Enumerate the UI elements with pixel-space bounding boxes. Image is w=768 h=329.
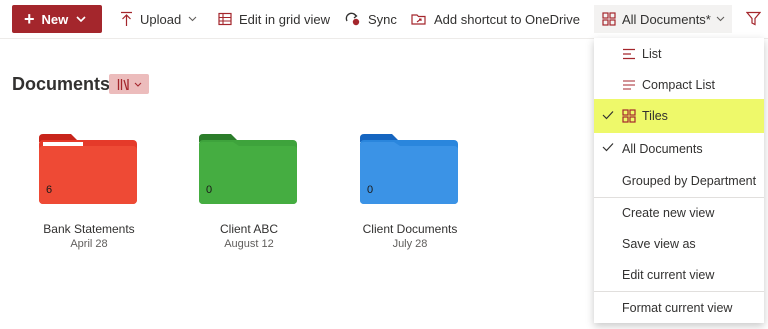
edit-grid-view-button[interactable]: Edit in grid view [218, 9, 330, 29]
menu-item-format-current-view[interactable]: Format current view [594, 293, 764, 323]
chevron-down-icon [134, 82, 141, 87]
list-icon [623, 48, 635, 60]
checkmark-icon [602, 143, 614, 152]
tiles-icon [602, 12, 616, 26]
menu-item-label: Edit current view [622, 268, 715, 282]
folder-date: April 28 [70, 238, 108, 250]
item-count: 0 [367, 184, 374, 196]
item-count: 6 [46, 184, 53, 196]
library-options-button[interactable] [109, 74, 149, 94]
view-switcher-label: All Documents* [622, 11, 711, 27]
folder-date: July 28 [392, 238, 428, 250]
folder-icon: 0 [199, 132, 299, 204]
item-count: 0 [206, 184, 213, 196]
menu-item-edit-current-view[interactable]: Edit current view [594, 260, 764, 290]
menu-item-label: Format current view [622, 301, 733, 315]
add-shortcut-button[interactable]: Add shortcut to OneDrive [411, 9, 580, 29]
menu-item-label: Tiles [642, 109, 668, 123]
tiles-icon [622, 109, 636, 123]
filter-icon [745, 11, 762, 26]
shortcut-icon [411, 14, 426, 25]
compact-list-icon [623, 80, 635, 90]
folder-date: August 12 [224, 238, 274, 250]
folder-name[interactable]: Bank Statements [14, 222, 164, 236]
menu-item-all-documents[interactable]: All Documents [594, 134, 764, 164]
menu-item-tiles[interactable]: Tiles [594, 99, 764, 133]
checkmark-icon [602, 111, 614, 120]
upload-button[interactable]: Upload [120, 9, 204, 29]
add-shortcut-label: Add shortcut to OneDrive [434, 11, 580, 27]
command-bar: + New Upload Edit in grid view Sync Add … [0, 0, 768, 39]
upload-icon [121, 11, 132, 26]
sync-label: Sync [368, 11, 397, 27]
menu-item-label: All Documents [622, 142, 703, 156]
view-options-menu: List Compact List Tiles All Documents Gr… [594, 38, 764, 323]
menu-item-grouped-by-department[interactable]: Grouped by Department [594, 166, 764, 196]
folder-icon: 0 [360, 132, 460, 204]
menu-item-label: List [642, 47, 662, 61]
menu-item-label: Compact List [642, 78, 715, 92]
upload-label: Upload [140, 11, 182, 27]
folder-name[interactable]: Client ABC [174, 222, 324, 236]
new-button-label: New [41, 11, 69, 27]
folder-tile[interactable]: 6 Bank Statements April 28 [14, 132, 164, 262]
folder-icon: 6 [39, 132, 139, 204]
menu-divider [594, 291, 764, 292]
page-title: Documents [12, 74, 111, 94]
menu-item-save-view-as[interactable]: Save view as [594, 229, 764, 259]
grid-edit-icon [218, 12, 232, 26]
chevron-down-icon [188, 16, 197, 22]
filter-button[interactable] [745, 11, 762, 31]
menu-item-label: Grouped by Department [622, 174, 757, 188]
folder-name[interactable]: Client Documents [335, 222, 485, 236]
library-icon [117, 78, 129, 90]
chevron-down-icon [76, 16, 86, 22]
menu-item-label: Save view as [622, 237, 696, 251]
view-switcher-button[interactable]: All Documents* [594, 5, 732, 33]
edit-grid-view-label: Edit in grid view [239, 11, 331, 27]
sync-icon [345, 12, 360, 26]
new-button[interactable]: + New [12, 5, 102, 33]
menu-item-list[interactable]: List [594, 39, 764, 69]
menu-item-create-new-view[interactable]: Create new view [594, 198, 764, 228]
folder-tile[interactable]: 0 Client ABC August 12 [174, 132, 324, 262]
folder-tile[interactable]: 0 Client Documents July 28 [335, 132, 485, 262]
plus-icon: + [24, 9, 35, 29]
sync-button[interactable]: Sync [345, 9, 397, 29]
menu-item-compact-list[interactable]: Compact List [594, 70, 764, 100]
menu-item-label: Create new view [622, 206, 715, 220]
chevron-down-icon [716, 16, 725, 22]
